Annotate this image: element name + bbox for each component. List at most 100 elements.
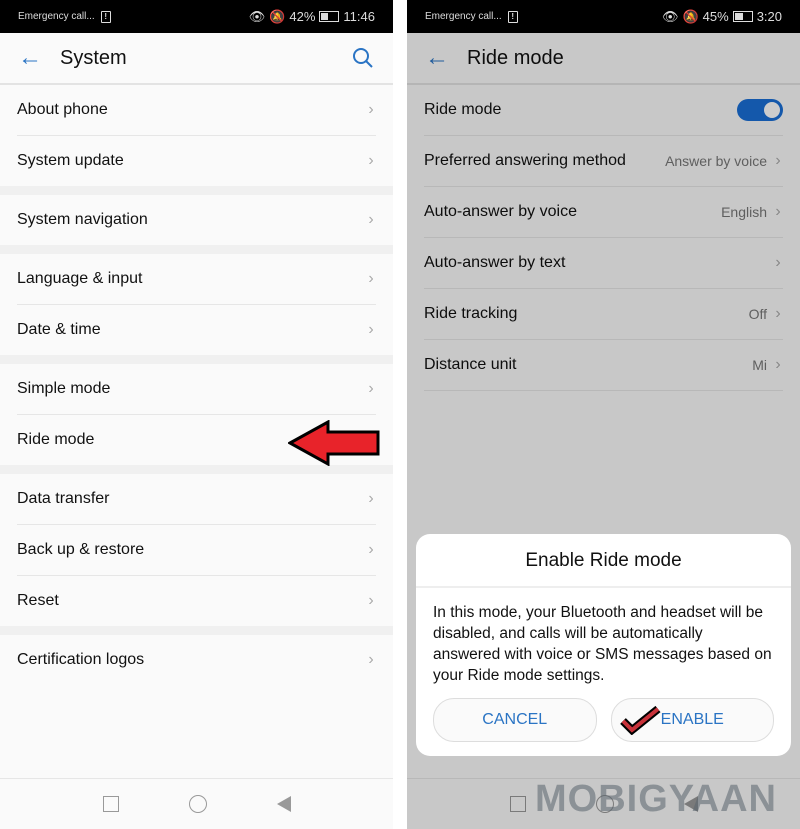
settings-group: About phone › System update › [0, 85, 393, 186]
cancel-button[interactable]: CANCEL [433, 698, 597, 742]
settings-list: About phone › System update › System navigat… [0, 85, 393, 685]
settings-item[interactable]: Data transfer › [17, 474, 376, 525]
enable-label: ENABLE [660, 711, 724, 728]
item-label: Reset [17, 592, 59, 609]
dialog-message: In this mode, your Bluetooth and headset… [433, 604, 772, 684]
settings-group: Language & input › Date & time › [0, 254, 393, 355]
recents-button[interactable] [509, 796, 526, 812]
ride-mode-settings-list: Ride mode Preferred answering method Answe… [407, 85, 800, 391]
search-icon [353, 48, 373, 68]
battery-percent: 42% [289, 9, 316, 24]
dialog-title: Enable Ride mode [416, 534, 791, 588]
item-value: Answer by voice [665, 153, 767, 169]
carrier-text: Emergency call... [425, 11, 502, 22]
search-button[interactable] [333, 47, 393, 69]
item-label: Simple mode [17, 380, 111, 397]
mute-icon: 🔕 [682, 8, 699, 24]
chevron-right-icon: › [775, 254, 781, 271]
item-label: Auto-answer by text [424, 254, 566, 271]
battery-percent: 45% [702, 9, 729, 24]
sim-alert-icon: ! [507, 10, 518, 23]
chevron-right-icon: › [368, 490, 374, 507]
group-divider [0, 186, 393, 195]
ride-mode-item[interactable]: Auto-answer by text › [424, 238, 783, 289]
item-label: Distance unit [424, 356, 517, 373]
settings-item[interactable]: System update › [17, 136, 376, 186]
settings-item[interactable]: About phone › [17, 85, 376, 136]
eye-comfort-icon: 👁 [248, 8, 266, 24]
chevron-right-icon: › [368, 380, 374, 397]
item-label: Ride tracking [424, 305, 518, 322]
item-label: Certification logos [17, 651, 145, 668]
ride-mode-item[interactable]: Ride tracking Off › [424, 289, 783, 340]
settings-item[interactable]: Certification logos › [17, 635, 376, 685]
mute-icon: 🔕 [269, 8, 286, 24]
item-label: Auto-answer by voice [424, 203, 577, 220]
clock: 3:20 [756, 9, 782, 24]
chevron-right-icon: › [368, 651, 374, 668]
chevron-right-icon: › [775, 203, 781, 220]
nav-bar [0, 778, 393, 829]
back-button[interactable]: ← [0, 44, 60, 72]
home-button[interactable] [188, 795, 207, 813]
chevron-right-icon: › [368, 101, 374, 118]
item-label: System navigation [17, 211, 148, 228]
ride-mode-item[interactable]: Ride mode [424, 85, 783, 136]
chevron-right-icon: › [368, 541, 374, 558]
settings-item[interactable]: Reset › [17, 576, 376, 626]
settings-item[interactable]: Language & input › [17, 254, 376, 305]
nav-back-button[interactable] [276, 796, 291, 812]
item-value: Off [748, 306, 767, 322]
status-bar: Emergency call...! 👁 🔕 42% 11:46 [0, 0, 393, 33]
enable-ride-mode-dialog: Enable Ride mode In this mode, your Blue… [416, 534, 791, 756]
settings-item[interactable]: System navigation › [17, 195, 376, 245]
ride-mode-item[interactable]: Preferred answering method Answer by voic… [424, 136, 783, 187]
item-value: English [721, 204, 767, 220]
eye-comfort-icon: 👁 [661, 8, 679, 24]
recents-button[interactable] [102, 796, 119, 812]
arrow-left-icon: ← [18, 44, 42, 71]
item-label: Back up & restore [17, 541, 145, 558]
settings-item[interactable]: Simple mode › [17, 364, 376, 415]
red-arrow-annotation [288, 420, 380, 466]
settings-item[interactable]: Back up & restore › [17, 525, 376, 576]
battery-charging-icon [732, 11, 753, 22]
settings-group: System navigation › [0, 195, 393, 245]
chevron-right-icon: › [775, 152, 781, 169]
group-divider [0, 626, 393, 635]
ride-mode-toggle[interactable] [737, 99, 783, 121]
settings-group: Data transfer › Back up & restore › Reset › [0, 474, 393, 626]
item-label: Data transfer [17, 490, 110, 507]
red-checkmark-annotation [619, 705, 661, 735]
page-title: System [60, 46, 127, 69]
back-button[interactable]: ← [407, 44, 467, 72]
settings-item[interactable]: Date & time › [17, 305, 376, 355]
clock: 11:46 [343, 9, 375, 24]
item-label: About phone [17, 101, 108, 118]
chevron-right-icon: › [368, 211, 374, 228]
ride-mode-item[interactable]: Auto-answer by voice English › [424, 187, 783, 238]
app-bar: ← Ride mode [407, 33, 800, 85]
item-value: Mi [752, 357, 767, 373]
group-divider [0, 245, 393, 254]
enable-button[interactable]: ENABLE [610, 698, 774, 742]
item-label: System update [17, 152, 124, 169]
battery-icon [319, 11, 340, 22]
watermark: MOBIGYAAN [535, 778, 777, 820]
item-label: Language & input [17, 270, 143, 287]
group-divider [0, 465, 393, 474]
arrow-left-icon: ← [425, 44, 449, 71]
chevron-right-icon: › [368, 321, 374, 338]
item-label: Ride mode [424, 101, 502, 118]
ride-mode-item[interactable]: Distance unit Mi › [424, 340, 783, 391]
system-screen: Emergency call...! 👁 🔕 42% 11:46 ← Syste… [0, 0, 393, 829]
cancel-label: CANCEL [482, 711, 548, 728]
sim-alert-icon: ! [100, 10, 111, 23]
chevron-right-icon: › [775, 356, 781, 373]
chevron-right-icon: › [775, 305, 781, 322]
group-divider [0, 355, 393, 364]
ride-mode-screen: Emergency call...! 👁 🔕 45% 3:20 ← Ride m… [407, 0, 800, 829]
status-bar: Emergency call...! 👁 🔕 45% 3:20 [407, 0, 800, 33]
item-label: Date & time [17, 321, 101, 338]
item-label: Preferred answering method [424, 152, 626, 169]
